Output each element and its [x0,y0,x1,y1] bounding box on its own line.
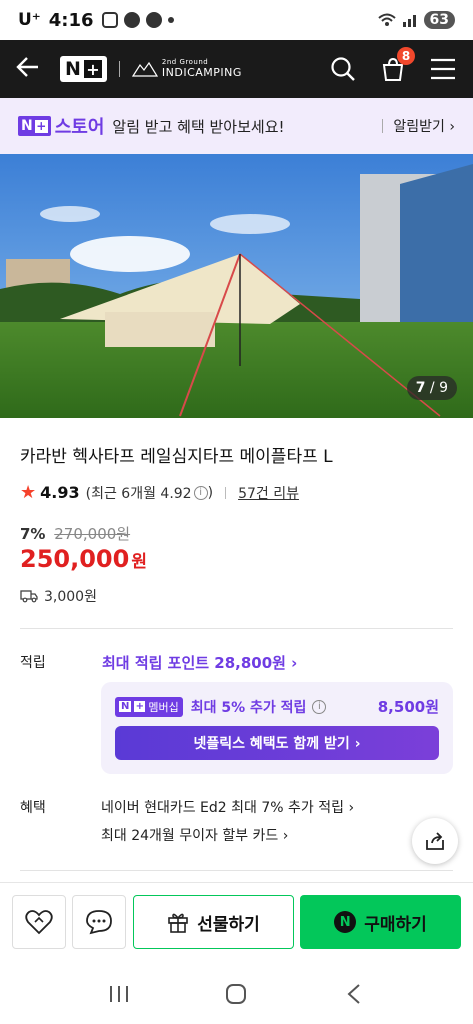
signal-icon [402,15,416,27]
menu-button[interactable] [429,55,457,83]
search-icon [331,57,355,81]
brand-logo[interactable]: 2nd Ground INDICAMPING [131,58,242,79]
rating-score: 4.93 [40,483,80,502]
naver-plus-store-logo: N + 스토어 [18,113,104,139]
star-icon: ★ [20,482,37,503]
discount-percent: 7% [20,525,46,543]
system-back-button[interactable] [334,974,374,1014]
wifi-icon [377,13,396,26]
recent-rating: (최근 6개월 4.92 [85,485,192,502]
carrier-label: U⁺ [18,10,41,30]
banner-text: 알림 받고 혜택 받아보세요! [112,117,285,136]
benefits-label: 혜택 [20,800,46,816]
rating-row: ★ 4.93 (최근 6개월 4.92 i ) 57건 리뷰 [20,482,299,503]
info-icon[interactable]: i [312,699,327,714]
heart-icon [25,910,53,935]
dot-icon [167,17,174,23]
max-points-link[interactable]: 최대 적립 포인트 28,800원 › [102,652,297,673]
membership-points-box: N + 멤버십 최대 5% 추가 적립 i 8,500원 넷플릭스 혜택도 함께… [101,682,453,774]
subscribe-alerts-link[interactable]: 알림받기 › [382,116,455,136]
shipping-fee: 3,000원 [20,586,97,606]
cart-button[interactable]: 8 [379,47,415,83]
review-link[interactable]: 57건 리뷰 [238,483,299,503]
chat-bubble-icon [86,910,112,935]
image-counter: 7 / 9 [406,376,457,400]
battery-level: 63 [423,11,455,29]
home-icon [226,984,247,1004]
naver-plus-logo[interactable]: N + [60,56,107,82]
status-bar: U⁺ 4:16 63 [0,0,473,40]
back-button[interactable] [16,55,46,83]
chevron-left-icon [347,984,360,1004]
purchase-action-bar: 선물하기 N 구매하기 [0,882,473,960]
divider [20,870,453,871]
hamburger-icon [431,58,455,80]
recent-apps-icon [109,986,128,1002]
product-photo [0,154,473,418]
extra-points-text: 최대 5% 추가 적립 [190,699,307,716]
membership-badge: N + 멤버십 [115,696,183,717]
app-header: N + 2nd Ground INDICAMPING 8 [0,40,473,98]
netflix-benefit-button[interactable]: 넷플릭스 혜택도 함께 받기 › [115,726,439,760]
arrow-left-icon [16,57,38,77]
gift-button[interactable]: 선물하기 [133,895,294,949]
cart-count-badge: 8 [397,47,415,65]
installment-benefit-link[interactable]: 최대 24개월 무이자 할부 카드 › [101,825,288,845]
recent-apps-button[interactable] [99,974,139,1014]
gift-icon [168,913,189,933]
clock: 4:16 [48,9,94,31]
product-title: 카라반 헥사타프 레일심지타프 메이플타프 L [20,447,333,467]
delivery-truck-icon [20,590,38,603]
product-image-carousel[interactable]: 7 / 9 [0,154,473,418]
chat-button[interactable] [72,895,126,949]
chat-icon [145,12,162,28]
talk-icon [123,12,140,28]
points-label: 적립 [20,655,46,671]
divider [20,628,453,629]
screenshot-icon [101,12,118,28]
buy-button[interactable]: N 구매하기 [300,895,461,949]
info-icon[interactable]: i [193,485,208,500]
discount-row: 7% 270,000원 [20,523,130,544]
brand-name: INDICAMPING [161,65,242,79]
card-benefit-link[interactable]: 네이버 현대카드 Ed2 최대 7% 추가 적립 › [101,797,354,817]
sale-price: 250,000 원 [20,545,147,573]
home-button[interactable] [216,974,256,1014]
original-price: 270,000원 [54,525,131,543]
share-button[interactable] [412,818,458,864]
extra-points-amount: 8,500원 [377,698,439,716]
wishlist-button[interactable] [12,895,66,949]
store-notification-banner[interactable]: N + 스토어 알림 받고 혜택 받아보세요! 알림받기 › [0,98,473,154]
share-icon [426,832,444,850]
search-button[interactable] [329,55,357,83]
mountain-icon [131,61,158,77]
system-navigation-bar [0,964,473,1024]
naver-pay-icon: N [334,911,357,933]
